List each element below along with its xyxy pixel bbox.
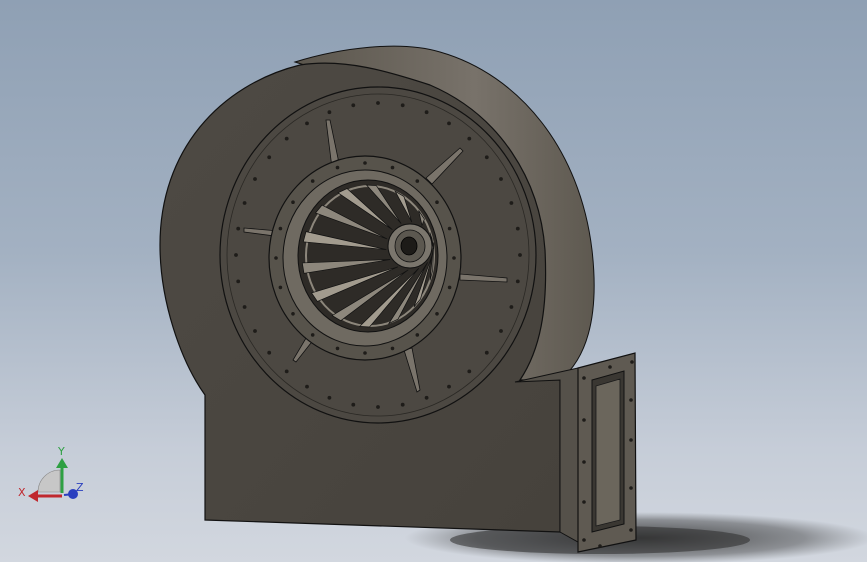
- bolt-hole: [310, 179, 315, 183]
- flange-bolt-hole: [629, 486, 633, 490]
- bolt-hole: [310, 333, 315, 337]
- bolt-hole: [253, 329, 257, 333]
- x-axis-arrowhead: [28, 490, 38, 502]
- bolt-hole: [415, 333, 420, 337]
- flange-bolt-hole: [629, 398, 633, 402]
- bolt-hole: [447, 285, 452, 290]
- bolt-hole: [284, 136, 289, 141]
- bolt-hole: [267, 155, 272, 160]
- bolt-hole: [236, 226, 241, 231]
- shaft-bore: [400, 236, 418, 256]
- bolt-hole: [351, 103, 356, 108]
- flange-bolt-hole: [582, 376, 586, 380]
- bolt-hole: [291, 312, 295, 316]
- bolt-hole: [335, 346, 340, 351]
- bolt-hole: [284, 369, 289, 374]
- flange-bolt-hole: [629, 528, 633, 532]
- bolt-hole: [305, 384, 309, 389]
- bolt-hole: [335, 165, 340, 170]
- bolt-hole: [274, 256, 278, 260]
- bolt-hole: [509, 305, 514, 309]
- bolt-hole: [291, 200, 295, 204]
- bolt-hole: [363, 351, 367, 355]
- flange-bolt-hole: [630, 360, 634, 364]
- bolt-hole: [515, 226, 520, 231]
- bolt-hole: [467, 136, 472, 141]
- flange-bolt-hole: [598, 544, 602, 548]
- bolt-hole: [509, 201, 514, 205]
- bolt-hole: [236, 279, 241, 284]
- bolt-hole: [400, 402, 405, 407]
- flange-bolt-hole: [629, 438, 633, 442]
- bolt-hole: [515, 279, 520, 284]
- bolt-hole: [424, 110, 429, 115]
- y-axis-arrowhead: [56, 458, 68, 468]
- bolt-hole: [242, 201, 247, 205]
- bolt-hole: [447, 384, 451, 389]
- y-axis-label: Y: [57, 445, 65, 458]
- model-view[interactable]: Y X Z: [0, 0, 867, 562]
- bolt-hole: [278, 285, 283, 290]
- graphics-viewport[interactable]: Y X Z: [0, 0, 867, 562]
- bolt-hole: [424, 395, 429, 400]
- flange-bolt-hole: [582, 538, 586, 542]
- coordinate-triad: Y X Z: [18, 445, 84, 502]
- outlet-flange[interactable]: [577, 352, 637, 553]
- bolt-hole: [278, 226, 283, 231]
- bolt-hole: [452, 256, 456, 260]
- flange-bolt-hole: [582, 500, 586, 504]
- z-axis-label: Z: [76, 481, 84, 494]
- bolt-hole: [363, 161, 367, 165]
- bolt-hole: [447, 121, 451, 126]
- bolt-hole: [327, 395, 332, 400]
- bolt-hole: [415, 179, 420, 183]
- bolt-hole: [518, 253, 522, 257]
- bolt-hole: [376, 405, 380, 409]
- bolt-hole: [327, 110, 332, 115]
- bolt-hole: [234, 253, 238, 257]
- bolt-hole: [435, 200, 439, 204]
- x-axis-label: X: [18, 486, 26, 499]
- bolt-hole: [400, 103, 405, 108]
- flange-bolt-hole: [582, 418, 586, 422]
- bolt-hole: [390, 165, 395, 170]
- bolt-hole: [484, 155, 489, 160]
- flange-bolt-hole: [582, 460, 586, 464]
- bolt-hole: [484, 350, 489, 355]
- bolt-hole: [267, 350, 272, 355]
- bolt-hole: [305, 121, 309, 126]
- bolt-hole: [253, 177, 257, 181]
- bolt-hole: [499, 177, 503, 181]
- bolt-hole: [467, 369, 472, 374]
- bolt-hole: [499, 329, 503, 333]
- bolt-hole: [435, 312, 439, 316]
- bolt-hole: [447, 226, 452, 231]
- bolt-hole: [242, 305, 247, 309]
- bolt-hole: [376, 101, 380, 105]
- bolt-hole: [351, 402, 356, 407]
- flange-bolt-hole: [608, 365, 612, 369]
- bolt-hole: [390, 346, 395, 351]
